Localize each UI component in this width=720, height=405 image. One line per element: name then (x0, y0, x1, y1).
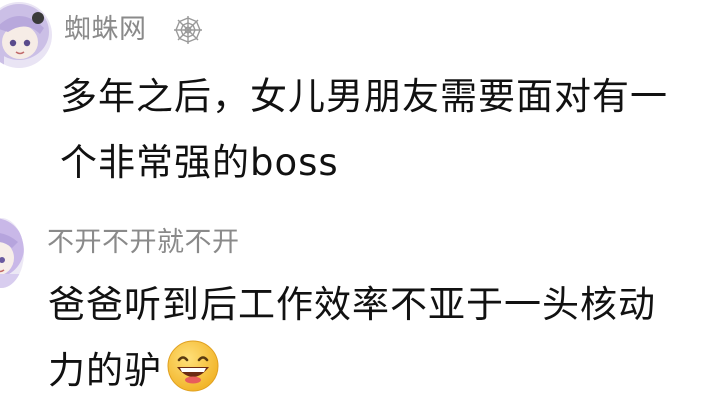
anime-girl-avatar-icon (0, 218, 24, 288)
comment-list: 蜘蛛网 多年之后，女儿男朋友需要面对有一 个非常强的boss 不开不开就不开 爸… (0, 0, 720, 405)
comment-text-line: 多年之后，女儿男朋友需要面对有一 (60, 75, 668, 118)
comment-text-line: 个非常强的boss (60, 141, 339, 184)
comment-text-fragment: 力的驴 (48, 349, 162, 392)
comment-text-line: 爸爸听到后工作效率不亚于一头核动 (48, 283, 656, 326)
spider-web-icon (174, 16, 202, 44)
anime-girl-avatar-icon (0, 2, 52, 68)
username[interactable]: 蜘蛛网 (64, 14, 147, 46)
username[interactable]: 不开不开就不开 (47, 227, 240, 259)
avatar[interactable] (0, 2, 52, 68)
avatar[interactable] (0, 218, 24, 288)
comment-text: 多年之后，女儿男朋友需要面对有一 个非常强的boss (60, 64, 668, 196)
comment-text-line: 力的驴 (48, 338, 656, 404)
grinning-face-emoji-icon (167, 340, 219, 392)
comment-text: 爸爸听到后工作效率不亚于一头核动 力的驴 (48, 272, 656, 404)
